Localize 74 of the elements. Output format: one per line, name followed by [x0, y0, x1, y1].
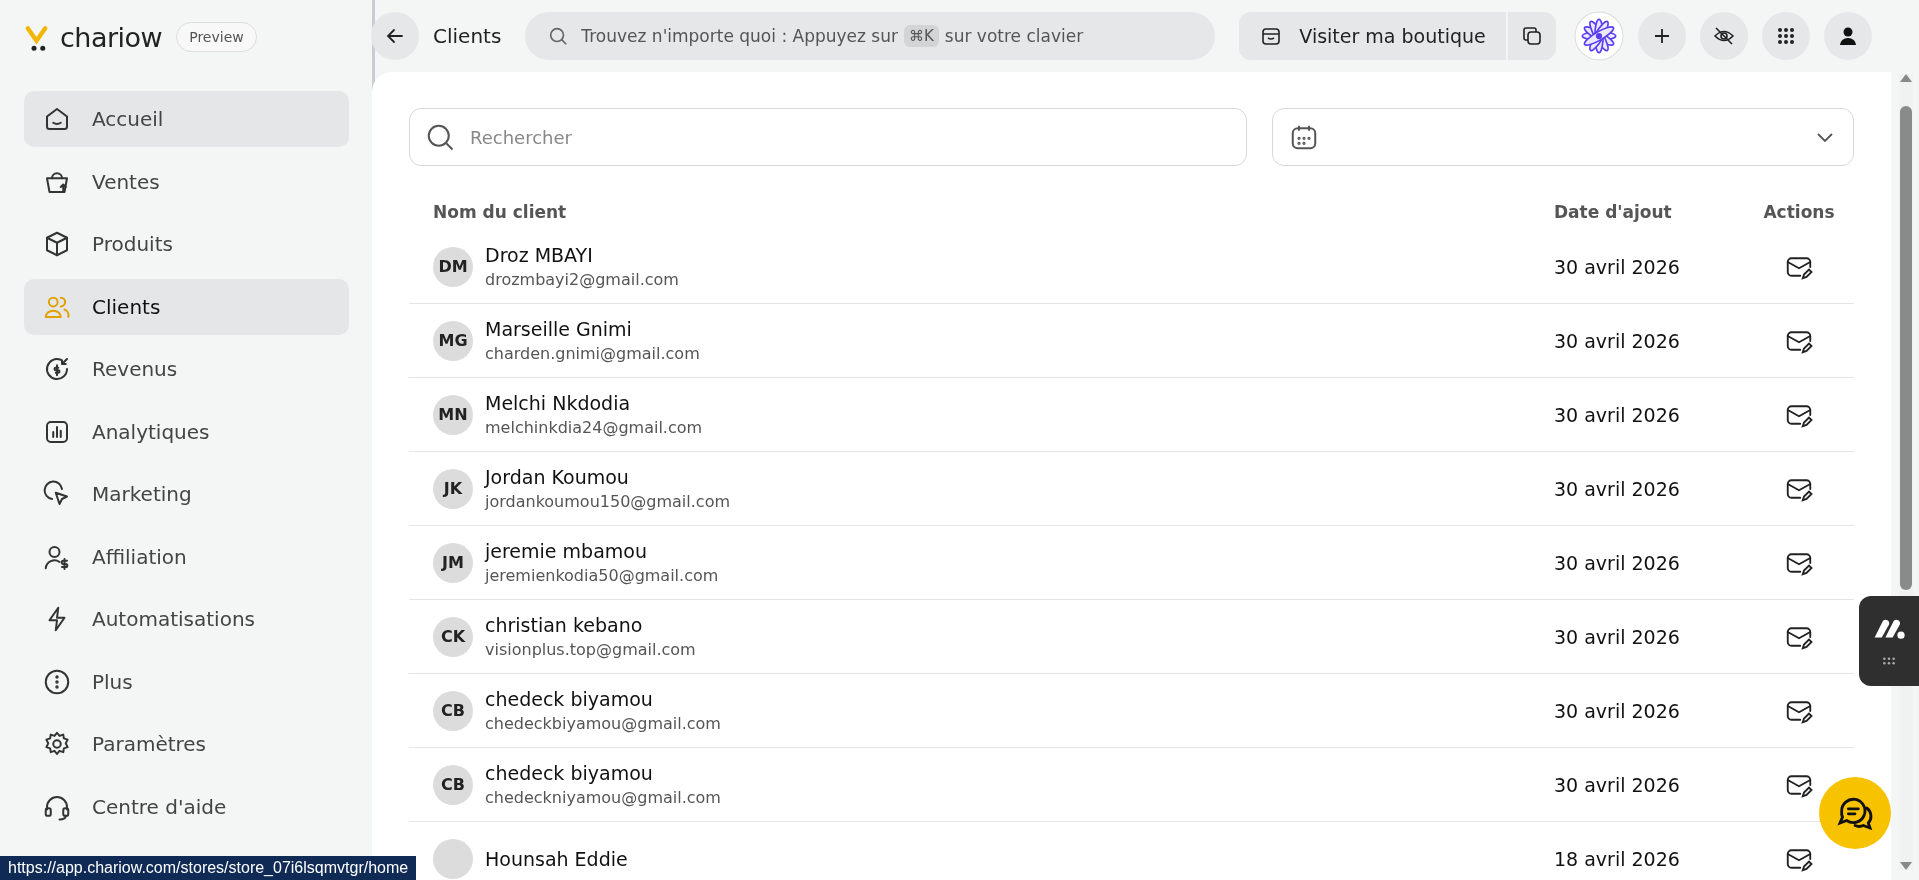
visit-shop-button[interactable]: Visiter ma boutique — [1239, 12, 1506, 60]
client-email: jordankoumou150@gmail.com — [485, 492, 730, 511]
client-avatar: JM — [433, 542, 473, 583]
search-field[interactable]: Rechercher — [409, 108, 1247, 166]
column-header: Nom du client — [433, 202, 568, 222]
client-name: Droz MBAYI — [485, 244, 594, 266]
date-added: 30 avril 2026 — [1554, 329, 1681, 352]
search-hint: Trouvez n'importe quoi : Appuyez sur — [581, 26, 898, 46]
client-avatar: MG — [433, 320, 473, 361]
client-name: chedeck biyamou — [485, 688, 654, 710]
client-name: Melchi Nkdodia — [485, 392, 632, 414]
floating-widget[interactable] — [1859, 596, 1919, 686]
shortcut-key: ⌘K — [904, 25, 939, 47]
sidebar-item[interactable]: Clients — [24, 278, 349, 335]
column-header: Actions — [1762, 202, 1836, 222]
sidebar-item[interactable]: Marketing — [24, 466, 349, 522]
apps-button[interactable] — [1761, 12, 1810, 60]
client-avatar: CK — [433, 616, 473, 657]
client-name: Marseille Gnimi — [485, 318, 633, 340]
client-avatar: CB — [433, 764, 473, 805]
client-email: drozmbayi2@gmail.com — [485, 270, 679, 289]
client-email: charden.gnimi@gmail.com — [485, 344, 700, 363]
client-name: Hounsah Eddie — [485, 847, 628, 870]
client-email: melchinkdia24@gmail.com — [485, 418, 703, 437]
page-title: Clients — [433, 24, 502, 48]
back-button[interactable] — [371, 12, 419, 60]
sidebar-item[interactable]: Plus — [24, 653, 349, 710]
column-header: Date d'ajout — [1554, 202, 1673, 222]
hide-button[interactable] — [1699, 12, 1748, 60]
store-avatar-icon[interactable] — [1573, 11, 1624, 61]
sidebar-item[interactable]: Analytiques — [24, 403, 349, 460]
preview-badge: Preview — [176, 22, 257, 52]
client-avatar: DM — [433, 246, 473, 287]
scroll-up-arrow[interactable] — [1900, 74, 1912, 82]
account-button[interactable] — [1823, 12, 1872, 60]
date-added: 30 avril 2026 — [1554, 625, 1681, 648]
client-email: chedeckbiyamou@gmail.com — [485, 714, 721, 733]
client-email: chedeckniyamou@gmail.com — [485, 788, 721, 807]
client-avatar: JK — [433, 468, 473, 509]
sidebar-item[interactable]: Affiliation — [24, 528, 349, 585]
global-search-field[interactable]: Trouvez n'importe quoi : Appuyez sur ⌘K sur votre clavier — [525, 12, 1216, 60]
client-name: chedeck biyamou — [485, 762, 654, 784]
client-avatar: CB — [433, 690, 473, 731]
status-url: https://app.chariow.com/stores/store_07i6lsqmvtgr/home — [0, 856, 417, 880]
search-icon — [547, 25, 570, 47]
sidebar-item[interactable]: Ventes — [24, 153, 349, 210]
sidebar-item[interactable]: Automatisations — [24, 591, 349, 647]
client-email: visionplus.top@gmail.com — [485, 640, 696, 659]
sidebar-item[interactable]: Paramètres — [24, 716, 349, 772]
date-added: 30 avril 2026 — [1554, 255, 1681, 278]
sidebar-item[interactable]: Accueil — [24, 91, 349, 147]
scroll-down-arrow[interactable] — [1900, 862, 1912, 870]
date-added: 30 avril 2026 — [1554, 551, 1681, 574]
search-hint: sur votre clavier — [944, 26, 1084, 46]
date-added: 30 avril 2026 — [1554, 477, 1681, 500]
sidebar-item[interactable]: Centre d'aide — [24, 778, 349, 835]
brand-name: chariow — [60, 21, 163, 53]
client-name: christian kebano — [485, 614, 644, 636]
copy-button[interactable] — [1507, 12, 1556, 60]
client-name: Jordan Koumou — [485, 466, 630, 488]
date-added: 30 avril 2026 — [1554, 699, 1681, 722]
date-added: 30 avril 2026 — [1554, 403, 1681, 426]
search-icon — [425, 122, 455, 152]
client-avatar — [433, 838, 473, 879]
sidebar-item[interactable]: Produits — [24, 216, 349, 272]
client-email: jeremienkodia50@gmail.com — [485, 566, 719, 585]
add-button[interactable] — [1637, 12, 1686, 60]
drag-handle-icon[interactable] — [1882, 656, 1896, 666]
date-added: 18 avril 2026 — [1554, 847, 1681, 870]
scrollbar-thumb[interactable] — [1900, 106, 1912, 590]
client-avatar: MN — [433, 394, 473, 435]
date-added: 30 avril 2026 — [1554, 773, 1681, 796]
sidebar-item[interactable]: Revenus — [24, 341, 349, 397]
client-name: jeremie mbamou — [485, 540, 648, 562]
